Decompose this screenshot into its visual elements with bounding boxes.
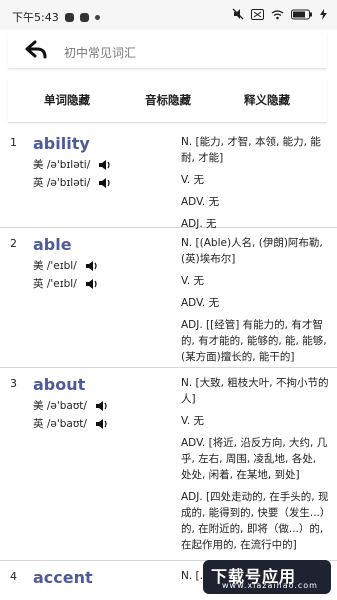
hide-phonetic-button[interactable]: 音标隐藏 xyxy=(145,92,191,108)
status-bar: 下午5:43 xyxy=(0,0,337,30)
definition-adjective: ADJ. [[经管] 有能力的, 有才智的, 有才能的, 能够的, 能, 能够,… xyxy=(181,319,327,363)
entry-number: 2 xyxy=(10,237,17,250)
entry-number: 3 xyxy=(10,377,17,390)
us-phonetic: 美 /ə'bɪləti/ xyxy=(33,159,91,171)
top-bar: 初中常见词汇 xyxy=(8,33,327,69)
notification-icon-2 xyxy=(79,12,89,22)
definition-adjective: ADJ. [四处走动的, 在手头的, 现成的, 能得到的, 快要（发生...）的… xyxy=(181,491,329,551)
speaker-icon[interactable] xyxy=(85,278,99,290)
speaker-icon[interactable] xyxy=(95,400,109,412)
us-pronunciation: 美 /ə'baʊt/ xyxy=(33,398,109,413)
uk-pronunciation: 英 /ə'bɪləti/ xyxy=(33,175,112,190)
notification-dot-icon xyxy=(94,14,100,20)
us-pronunciation: 美 /'eɪbl/ xyxy=(33,258,99,273)
us-pronunciation: 美 /ə'bɪləti/ xyxy=(33,157,112,172)
charging-icon xyxy=(320,8,327,20)
definitions: N. [(Able)人名, (伊朗)阿布勒, (英)埃布尔] V. 无 ADV.… xyxy=(181,235,329,371)
speaker-icon[interactable] xyxy=(98,177,112,189)
entry-number: 1 xyxy=(10,136,17,149)
definition-noun: N. [能力, 才智, 本领, 能力, 能耐, 才能] xyxy=(181,136,321,164)
speaker-icon[interactable] xyxy=(98,159,112,171)
definition-noun: N. [大致, 粗枝大叶, 不拘小节的人] xyxy=(181,377,329,405)
status-time: 下午5:43 xyxy=(12,11,59,24)
speaker-icon[interactable] xyxy=(85,260,99,272)
entry-word[interactable]: accent xyxy=(33,568,93,587)
definition-verb: V. 无 xyxy=(181,415,205,427)
display-controls: 单词隐藏 音标隐藏 释义隐藏 xyxy=(8,78,327,123)
battery-icon xyxy=(291,9,312,19)
silent-icon xyxy=(232,8,244,20)
uk-phonetic: 英 /ə'baʊt/ xyxy=(33,418,87,430)
definitions: N. [大致, 粗枝大叶, 不拘小节的人] V. 无 ADV. [将近, 沿反方… xyxy=(181,375,329,559)
definition-adverb: ADV. 无 xyxy=(181,297,220,309)
definition-verb: V. 无 xyxy=(181,174,205,186)
us-phonetic: 美 /ə'baʊt/ xyxy=(33,400,87,412)
definition-adverb: ADV. 无 xyxy=(181,196,220,208)
list-item[interactable]: 2 able 美 /'eɪbl/ 英 /'eɪbl/ N. [(Able)人名,… xyxy=(0,227,337,368)
definition-verb: V. 无 xyxy=(181,275,205,287)
watermark-logo: 下载号应用 www.xiazaihao.com xyxy=(203,560,331,594)
uk-phonetic: 英 /'eɪbl/ xyxy=(33,278,77,290)
entry-word[interactable]: about xyxy=(33,375,85,394)
entry-number: 4 xyxy=(10,570,17,583)
watermark-site: www.xiazaihao.com xyxy=(222,581,318,590)
list-item[interactable]: 3 about 美 /ə'baʊt/ 英 /ə'baʊt/ N. [大致, 粗枝… xyxy=(0,367,337,561)
speaker-icon[interactable] xyxy=(95,418,109,430)
sim-icon xyxy=(251,8,264,20)
back-arrow-icon[interactable] xyxy=(25,39,47,61)
notification-icon xyxy=(64,12,74,22)
definitions: N. [能力, 才智, 本领, 能力, 能耐, 才能] V. 无 ADV. 无 … xyxy=(181,134,329,238)
us-phonetic: 美 /'eɪbl/ xyxy=(33,260,77,272)
definition-adverb: ADV. [将近, 沿反方向, 大约, 几乎, 左右, 周围, 凌乱地, 各处,… xyxy=(181,437,328,481)
wifi-icon xyxy=(271,9,284,19)
entry-word[interactable]: able xyxy=(33,235,72,254)
definition-noun: N. [(Able)人名, (伊朗)阿布勒, (英)埃布尔] xyxy=(181,237,323,265)
uk-pronunciation: 英 /ə'baʊt/ xyxy=(33,416,109,431)
hide-meaning-button[interactable]: 释义隐藏 xyxy=(244,92,290,108)
hide-word-button[interactable]: 单词隐藏 xyxy=(44,92,90,108)
entry-word[interactable]: ability xyxy=(33,134,90,153)
uk-pronunciation: 英 /'eɪbl/ xyxy=(33,276,99,291)
page-title: 初中常见词汇 xyxy=(64,46,137,60)
uk-phonetic: 英 /ə'bɪləti/ xyxy=(33,177,91,189)
list-item[interactable]: 1 ability 美 /ə'bɪləti/ 英 /ə'bɪləti/ N. [… xyxy=(0,126,337,230)
